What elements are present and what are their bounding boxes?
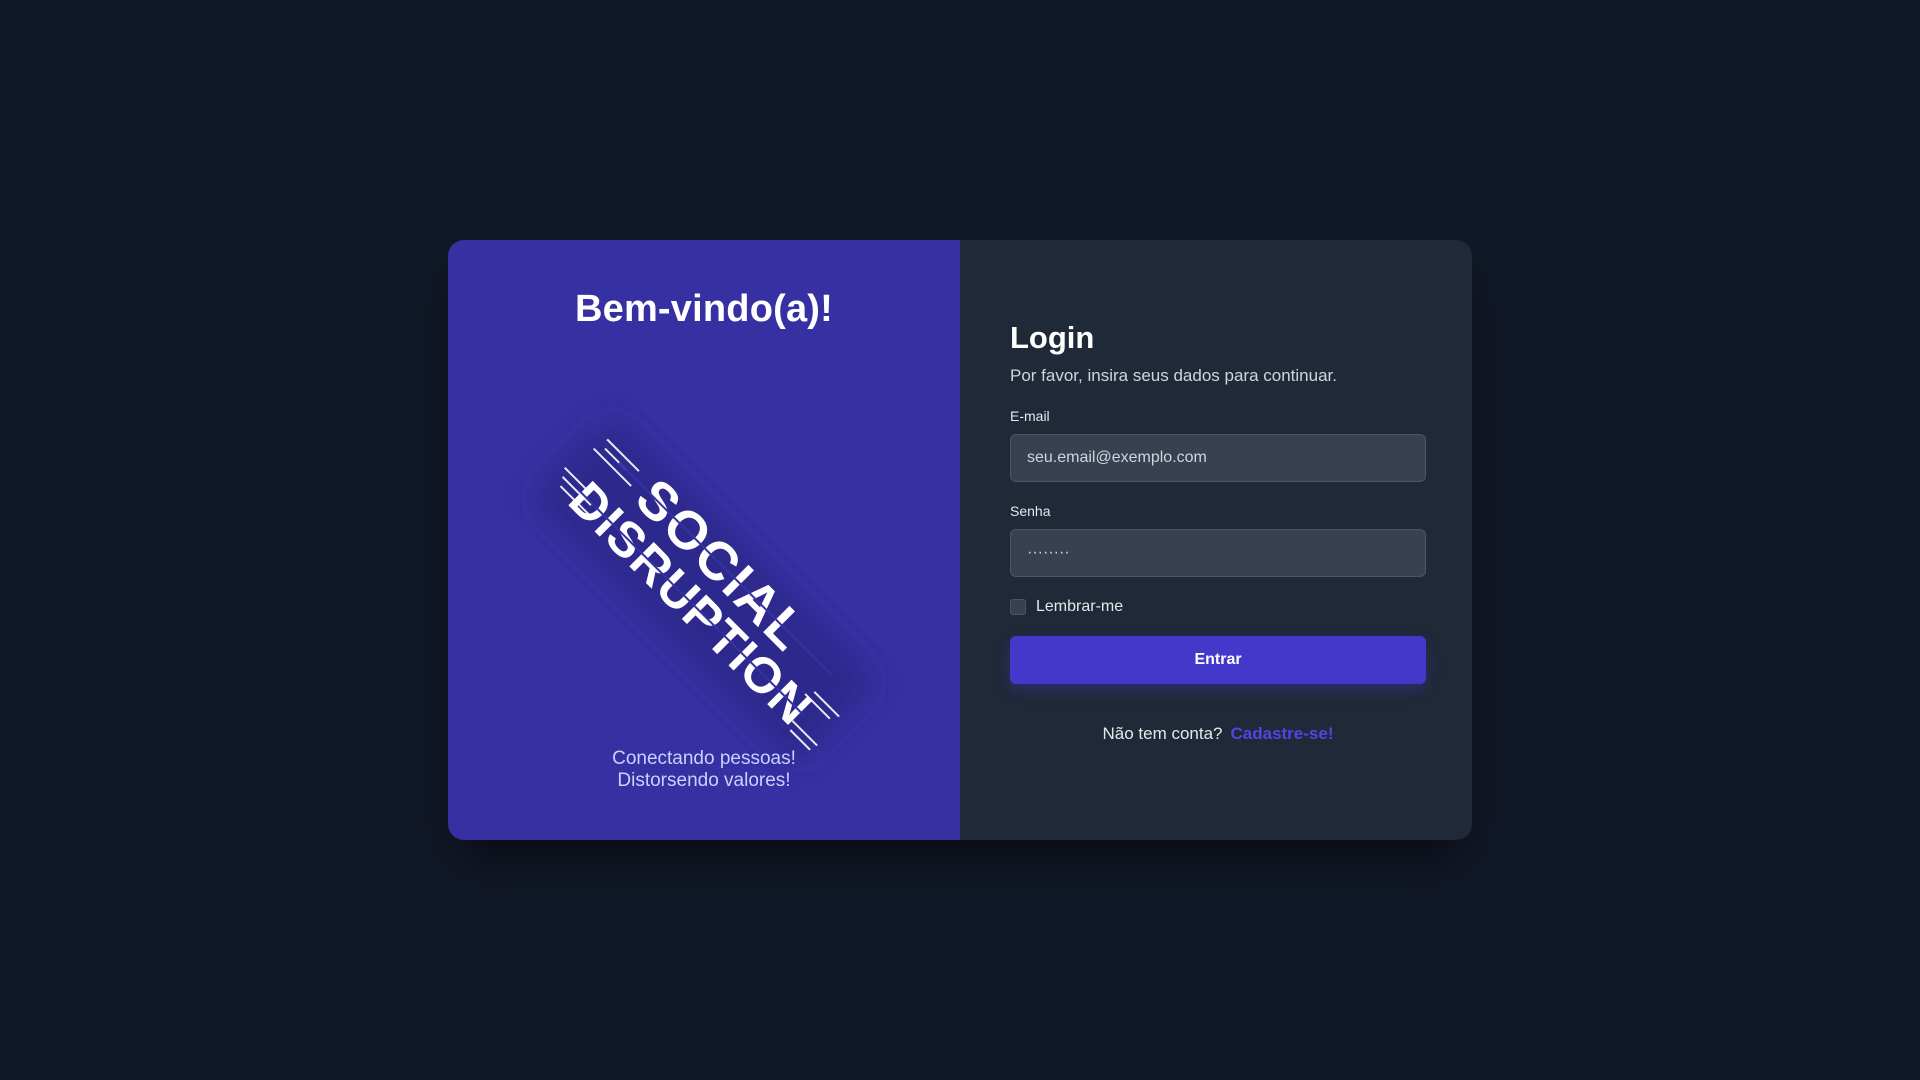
email-label: E-mail [1010,408,1050,424]
password-field[interactable]: ········ [1010,529,1426,577]
signup-link[interactable]: Cadastre-se! [1231,724,1334,743]
email-field[interactable] [1010,434,1426,482]
logo-graphic: SOCIAL DISRUPTION [535,421,873,759]
remember-me-row[interactable]: Lembrar-me [1010,598,1427,616]
welcome-panel: Bem-vindo(a)! Conectando pessoas! Distor… [448,240,960,840]
password-mask: ········ [1027,544,1070,561]
tagline-line-1: Conectando pessoas! [612,748,796,769]
remember-me-label[interactable]: Lembrar-me [1036,598,1123,616]
login-subtitle: Por favor, insira seus dados para contin… [1010,366,1337,385]
welcome-heading: Bem-vindo(a)! [574,288,834,330]
signup-row: Não tem conta? Cadastre-se! [1010,724,1426,744]
login-title: Login [1010,320,1095,355]
remember-me-checkbox[interactable] [1010,599,1026,615]
tagline: Conectando pessoas! Distorsendo valores! [448,748,960,792]
social-disruption-logo: SOCIAL DISRUPTION [504,390,904,790]
no-account-text: Não tem conta? [1102,724,1223,743]
login-panel: Login Por favor, insira seus dados para … [960,240,1472,840]
tagline-line-2: Distorsendo valores! [617,770,791,791]
login-button[interactable]: Entrar [1010,636,1426,684]
password-label: Senha [1010,503,1051,519]
login-card: Bem-vindo(a)! Conectando pessoas! Distor… [448,240,1472,840]
